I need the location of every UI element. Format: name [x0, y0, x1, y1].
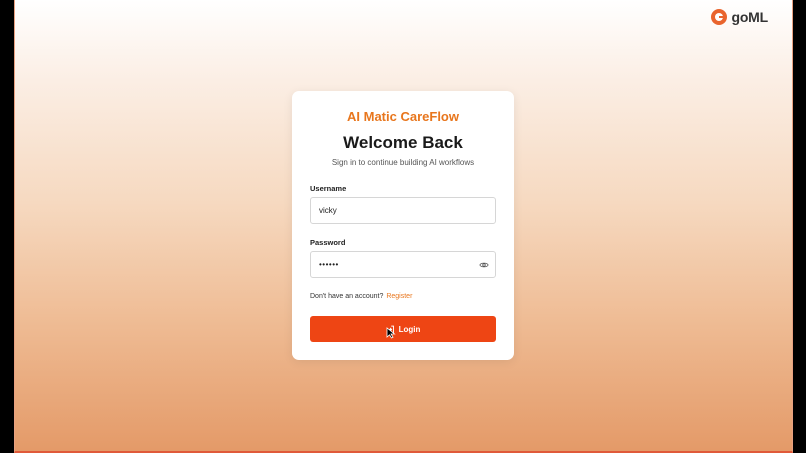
- username-input[interactable]: [319, 206, 487, 215]
- register-prompt: Don't have an account? Register: [310, 293, 412, 300]
- password-field[interactable]: ••••••: [310, 251, 496, 278]
- username-label: Username: [310, 184, 347, 193]
- eye-icon[interactable]: [479, 260, 489, 270]
- password-input[interactable]: ••••••: [319, 260, 339, 269]
- goml-logo-icon: [711, 9, 728, 25]
- brand-logo: goML: [711, 9, 768, 25]
- password-label: Password: [310, 238, 346, 247]
- login-button[interactable]: Login: [310, 316, 496, 342]
- page-subtitle: Sign in to continue building AI workflow…: [331, 158, 475, 167]
- app-title: AI Matic CareFlow: [347, 109, 459, 124]
- page-title: Welcome Back: [343, 133, 463, 152]
- username-field[interactable]: [310, 197, 496, 224]
- login-button-label: Login: [398, 324, 421, 334]
- brand-name: goML: [731, 9, 768, 25]
- window-edge: [793, 0, 806, 453]
- login-card: AI Matic CareFlow Welcome Back Sign in t…: [292, 91, 514, 360]
- register-link[interactable]: Register: [386, 293, 412, 300]
- register-prompt-text: Don't have an account?: [310, 293, 384, 300]
- login-arrow-icon: [386, 325, 394, 333]
